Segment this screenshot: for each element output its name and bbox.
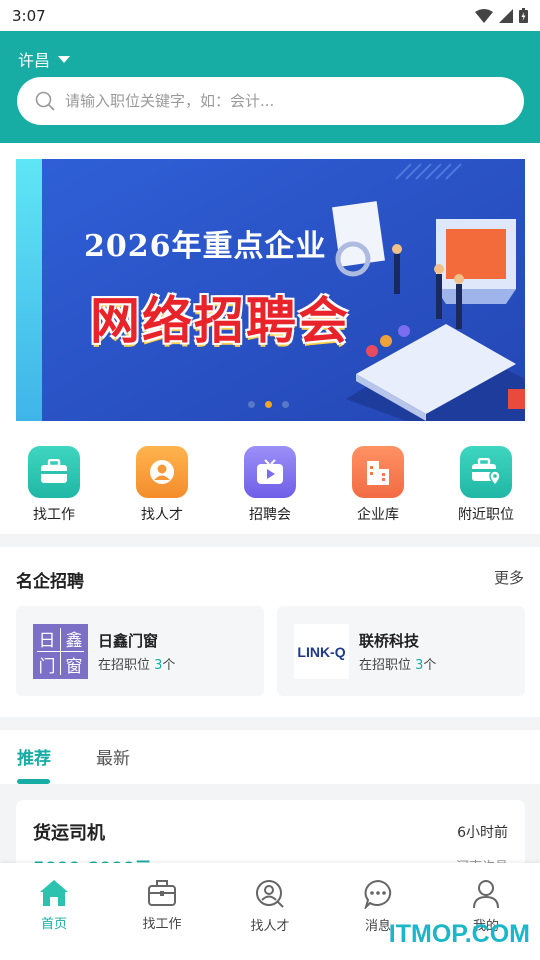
nav-label: 找工作: [33, 507, 75, 523]
tab-latest[interactable]: 最新: [96, 744, 130, 769]
tv-play-icon: [244, 446, 296, 498]
banner-title: 网络招聘会: [90, 292, 350, 350]
person-search-icon: [136, 446, 188, 498]
nav-find-job[interactable]: 找工作: [4, 446, 104, 526]
carousel-indicator: [248, 401, 289, 408]
battery-icon: [519, 8, 528, 23]
carousel-dot-active[interactable]: [265, 401, 272, 408]
quick-nav: 找工作 找人才 招聘会 企业库 附近职位: [0, 446, 540, 526]
nav-nearby-jobs[interactable]: 附近职位: [436, 446, 536, 526]
svg-text:门: 门: [39, 657, 56, 677]
nav-label: 招聘会: [249, 507, 291, 523]
job-title: 货运司机: [33, 823, 105, 844]
city-selector[interactable]: 许昌: [18, 47, 71, 71]
nav-find-talent[interactable]: 找人才: [112, 446, 212, 526]
search-bar[interactable]: [17, 77, 524, 125]
status-bar: 3:07: [0, 0, 540, 31]
company-open-jobs: 在招职位 3个: [359, 658, 437, 673]
status-time: 3:07: [12, 6, 46, 25]
briefcase-icon: [28, 446, 80, 498]
home-icon: [40, 880, 68, 906]
carousel-dot[interactable]: [282, 401, 289, 408]
city-label: 许昌: [18, 51, 51, 70]
search-icon: [35, 91, 55, 111]
nav-label: 企业库: [357, 507, 399, 523]
job-posted-time: 6小时前: [457, 825, 508, 841]
svg-text:窗: 窗: [66, 657, 83, 677]
location-briefcase-icon: [460, 446, 512, 498]
company-open-jobs: 在招职位 3个: [98, 658, 176, 673]
banner-carousel[interactable]: 2026年重点企业 网络招聘会: [16, 159, 525, 421]
job-tabs: 推荐 最新: [0, 730, 540, 784]
company-logo: 日 鑫 门 窗: [33, 624, 88, 679]
section-title: 名企招聘: [16, 572, 84, 592]
company-card[interactable]: 日 鑫 门 窗 日鑫门窗 在招职位 3个: [16, 606, 264, 696]
bottom-nav-label: 消息: [364, 919, 391, 934]
nav-company-library[interactable]: 企业库: [328, 446, 428, 526]
nav-job-fair[interactable]: 招聘会: [220, 446, 320, 526]
chevron-down-icon: [58, 55, 71, 63]
tab-recommended[interactable]: 推荐: [17, 744, 51, 769]
search-input[interactable]: [65, 92, 485, 110]
wifi-icon: [475, 8, 493, 23]
carousel-dot[interactable]: [248, 401, 255, 408]
active-tab-indicator: [17, 779, 50, 784]
header: 许昌: [0, 31, 540, 143]
svg-text:日: 日: [39, 631, 56, 651]
signal-icon: [499, 8, 513, 23]
nav-label: 找人才: [141, 507, 183, 523]
briefcase-icon: [148, 880, 176, 906]
status-icons: [475, 8, 528, 23]
banner-year-text: 2026年重点企业: [84, 229, 327, 264]
bottom-nav-label: 找人才: [250, 919, 290, 934]
bottom-nav-label: 首页: [40, 917, 67, 932]
svg-text:鑫: 鑫: [66, 631, 83, 651]
company-logo: LINK-Q: [294, 624, 349, 679]
famous-companies-section: 名企招聘 更多 日 鑫 门 窗 日鑫门窗 在招职位 3个 LINK-Q 联桥科技…: [0, 547, 540, 717]
watermark: ITMOP.COM: [388, 920, 530, 948]
chat-icon: [364, 879, 392, 909]
more-link[interactable]: 更多: [494, 567, 524, 588]
nav-label: 附近职位: [458, 507, 514, 523]
company-name: 日鑫门窗: [98, 632, 159, 650]
company-card[interactable]: LINK-Q 联桥科技 在招职位 3个: [277, 606, 525, 696]
company-name: 联桥科技: [359, 632, 420, 650]
bottom-nav-label: 找工作: [142, 917, 182, 932]
person-search-icon: [256, 880, 284, 908]
user-icon: [473, 880, 499, 909]
bottom-nav-find-talent[interactable]: 找人才: [220, 863, 320, 960]
bottom-nav-home[interactable]: 首页: [4, 863, 104, 960]
building-icon: [352, 446, 404, 498]
bottom-nav-find-job[interactable]: 找工作: [112, 863, 212, 960]
